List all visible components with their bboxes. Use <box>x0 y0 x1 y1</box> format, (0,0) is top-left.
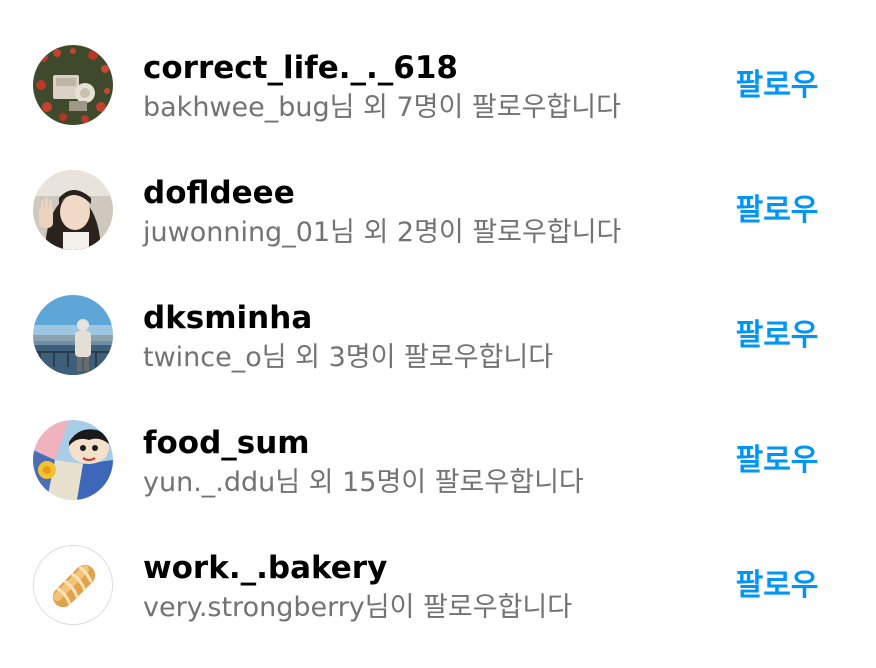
follow-button[interactable]: 팔로우 <box>722 314 832 358</box>
suggestion-row: food_sum yun._.ddu님 외 15명이 팔로우합니다 팔로우 <box>0 375 876 500</box>
seaside-photo-avatar[interactable] <box>33 295 113 375</box>
username[interactable]: dksminha <box>143 299 312 337</box>
username[interactable]: dofldeee <box>143 174 295 212</box>
followed-by-text: yun._.ddu님 외 15명이 팔로우합니다 <box>143 467 584 498</box>
garden-photo-avatar[interactable] <box>33 45 113 125</box>
username[interactable]: work._.bakery <box>143 549 387 587</box>
suggestion-row: correct_life._._618 bakhwee_bug님 외 7명이 팔… <box>0 0 876 125</box>
selfie-photo-avatar[interactable] <box>33 170 113 250</box>
suggestion-row: work._.bakery very.strongberry님이 팔로우합니다 … <box>0 500 876 625</box>
bread-avatar[interactable] <box>33 545 113 625</box>
followed-by-text: very.strongberry님이 팔로우합니다 <box>143 592 573 623</box>
suggestion-row: dofldeee juwonning_01님 외 2명이 팔로우합니다 팔로우 <box>0 125 876 250</box>
suggested-accounts-list: correct_life._._618 bakhwee_bug님 외 7명이 팔… <box>0 0 876 668</box>
username[interactable]: correct_life._._618 <box>143 49 458 87</box>
cartoon-character-avatar[interactable] <box>33 420 113 500</box>
followed-by-text: bakhwee_bug님 외 7명이 팔로우합니다 <box>143 92 621 123</box>
follow-button[interactable]: 팔로우 <box>722 439 832 483</box>
followed-by-text: juwonning_01님 외 2명이 팔로우합니다 <box>143 217 622 248</box>
followed-by-text: twince_o님 외 3명이 팔로우합니다 <box>143 342 554 373</box>
username[interactable]: food_sum <box>143 424 310 462</box>
follow-button[interactable]: 팔로우 <box>722 189 832 233</box>
suggestion-row: dksminha twince_o님 외 3명이 팔로우합니다 팔로우 <box>0 250 876 375</box>
follow-button[interactable]: 팔로우 <box>722 564 832 608</box>
follow-button[interactable]: 팔로우 <box>722 64 832 108</box>
